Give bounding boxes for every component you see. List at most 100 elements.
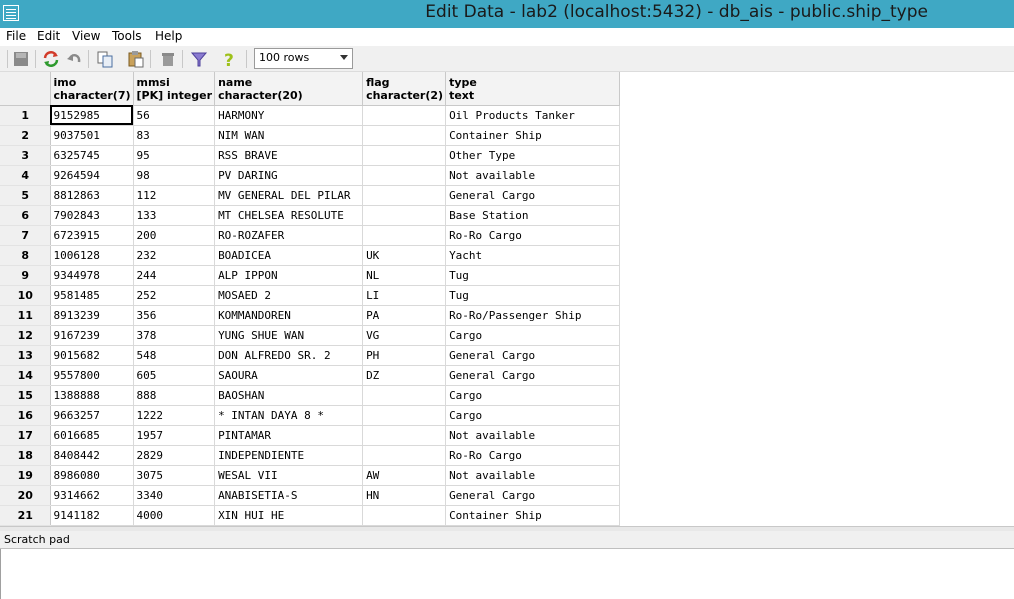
row-number[interactable]: 14 <box>0 365 51 386</box>
row-number[interactable]: 13 <box>0 345 51 366</box>
cell-type[interactable]: Base Station <box>445 205 621 226</box>
row-number[interactable]: 1 <box>0 105 51 126</box>
cell-flag[interactable]: DZ <box>362 365 447 386</box>
cell-flag[interactable]: UK <box>362 245 447 266</box>
cell-flag[interactable] <box>362 125 447 146</box>
table-row[interactable]: 11 8913239 356 KOMMANDOREN PA Ro-Ro/Passenger… <box>0 305 621 326</box>
column-header-mmsi[interactable]: mmsi [PK] integer <box>133 72 216 106</box>
cell-name[interactable]: PINTAMAR <box>214 425 364 446</box>
table-row[interactable]: 21 9141182 4000 XIN HUI HE Container Ship <box>0 505 621 526</box>
cell-imo[interactable]: 9581485 <box>50 285 134 306</box>
table-row[interactable]: 15 1388888 888 BAOSHAN Cargo <box>0 385 621 406</box>
cell-type[interactable]: Not available <box>445 165 621 186</box>
row-number[interactable]: 12 <box>0 325 51 346</box>
cell-name[interactable]: HARMONY <box>214 105 364 126</box>
row-number[interactable]: 4 <box>0 165 51 186</box>
cell-name[interactable]: BOADICEA <box>214 245 364 266</box>
cell-imo[interactable]: 9663257 <box>50 405 134 426</box>
cell-flag[interactable]: AW <box>362 465 447 486</box>
table-row[interactable]: 7 6723915 200 RO-ROZAFER Ro-Ro Cargo <box>0 225 621 246</box>
cell-imo[interactable]: 6325745 <box>50 145 134 166</box>
cell-mmsi[interactable]: 2829 <box>133 445 216 466</box>
cell-mmsi[interactable]: 252 <box>133 285 216 306</box>
cell-mmsi[interactable]: 1957 <box>133 425 216 446</box>
column-header-flag[interactable]: flag character(2) <box>362 72 447 106</box>
cell-flag[interactable]: PH <box>362 345 447 366</box>
cell-type[interactable]: Not available <box>445 465 621 486</box>
cell-flag[interactable] <box>362 205 447 226</box>
cell-mmsi[interactable]: 4000 <box>133 505 216 526</box>
cell-mmsi[interactable]: 98 <box>133 165 216 186</box>
cell-flag[interactable] <box>362 405 447 426</box>
cell-imo[interactable]: 9141182 <box>50 505 134 526</box>
table-row[interactable]: 1 9152985 56 HARMONY Oil Products Tanker <box>0 105 621 126</box>
undo-icon[interactable] <box>65 50 83 68</box>
cell-imo[interactable]: 9152985 <box>50 105 134 126</box>
cell-name[interactable]: INDEPENDIENTE <box>214 445 364 466</box>
row-number[interactable]: 11 <box>0 305 51 326</box>
cell-type[interactable]: Oil Products Tanker <box>445 105 621 126</box>
cell-imo[interactable]: 9015682 <box>50 345 134 366</box>
row-number[interactable]: 9 <box>0 265 51 286</box>
cell-flag[interactable] <box>362 425 447 446</box>
table-row[interactable]: 12 9167239 378 YUNG SHUE WAN VG Cargo <box>0 325 621 346</box>
cell-imo[interactable]: 8986080 <box>50 465 134 486</box>
row-number[interactable]: 8 <box>0 245 51 266</box>
cell-name[interactable]: RSS BRAVE <box>214 145 364 166</box>
cell-imo[interactable]: 6723915 <box>50 225 134 246</box>
cell-type[interactable]: Cargo <box>445 385 621 406</box>
table-row[interactable]: 5 8812863 112 MV GENERAL DEL PILAR General C… <box>0 185 621 206</box>
cell-name[interactable]: PV DARING <box>214 165 364 186</box>
cell-mmsi[interactable]: 1222 <box>133 405 216 426</box>
cell-mmsi[interactable]: 244 <box>133 265 216 286</box>
cell-name[interactable]: WESAL VII <box>214 465 364 486</box>
rows-limit-select[interactable]: 100 rows <box>254 48 353 69</box>
cell-type[interactable]: Yacht <box>445 245 621 266</box>
cell-flag[interactable]: HN <box>362 485 447 506</box>
row-number[interactable]: 10 <box>0 285 51 306</box>
cell-mmsi[interactable]: 3340 <box>133 485 216 506</box>
menu-file[interactable]: File <box>6 29 26 43</box>
cell-flag[interactable] <box>362 105 447 126</box>
table-row[interactable]: 6 7902843 133 MT CHELSEA RESOLUTE Base Stati… <box>0 205 621 226</box>
cell-name[interactable]: YUNG SHUE WAN <box>214 325 364 346</box>
cell-name[interactable]: MOSAED 2 <box>214 285 364 306</box>
menu-view[interactable]: View <box>72 29 100 43</box>
cell-mmsi[interactable]: 112 <box>133 185 216 206</box>
cell-type[interactable]: General Cargo <box>445 185 621 206</box>
table-row[interactable]: 3 6325745 95 RSS BRAVE Other Type <box>0 145 621 166</box>
table-row[interactable]: 13 9015682 548 DON ALFREDO SR. 2 PH General C… <box>0 345 621 366</box>
cell-mmsi[interactable]: 56 <box>133 105 216 126</box>
row-number[interactable]: 5 <box>0 185 51 206</box>
cell-type[interactable]: Container Ship <box>445 125 621 146</box>
refresh-icon[interactable] <box>42 50 60 68</box>
table-row[interactable]: 2 9037501 83 NIM WAN Container Ship <box>0 125 621 146</box>
cell-flag[interactable] <box>362 385 447 406</box>
row-number[interactable]: 20 <box>0 485 51 506</box>
row-number[interactable]: 16 <box>0 405 51 426</box>
row-number[interactable]: 21 <box>0 505 51 526</box>
menu-tools[interactable]: Tools <box>112 29 142 43</box>
row-number[interactable]: 2 <box>0 125 51 146</box>
cell-mmsi[interactable]: 3075 <box>133 465 216 486</box>
cell-flag[interactable] <box>362 185 447 206</box>
table-row[interactable]: 20 9314662 3340 ANABISETIA-S HN General Cargo <box>0 485 621 506</box>
save-icon[interactable] <box>12 50 30 68</box>
table-row[interactable]: 9 9344978 244 ALP IPPON NL Tug <box>0 265 621 286</box>
copy-icon[interactable] <box>96 50 114 68</box>
cell-type[interactable]: Other Type <box>445 145 621 166</box>
filter-icon[interactable] <box>190 50 208 68</box>
cell-mmsi[interactable]: 605 <box>133 365 216 386</box>
cell-name[interactable]: KOMMANDOREN <box>214 305 364 326</box>
cell-name[interactable]: SAOURA <box>214 365 364 386</box>
cell-imo[interactable]: 9314662 <box>50 485 134 506</box>
table-row[interactable]: 17 6016685 1957 PINTAMAR Not available <box>0 425 621 446</box>
cell-mmsi[interactable]: 200 <box>133 225 216 246</box>
row-number[interactable]: 3 <box>0 145 51 166</box>
cell-imo[interactable]: 6016685 <box>50 425 134 446</box>
cell-flag[interactable]: VG <box>362 325 447 346</box>
cell-name[interactable]: BAOSHAN <box>214 385 364 406</box>
row-number[interactable]: 6 <box>0 205 51 226</box>
cell-flag[interactable] <box>362 505 447 526</box>
cell-flag[interactable]: LI <box>362 285 447 306</box>
